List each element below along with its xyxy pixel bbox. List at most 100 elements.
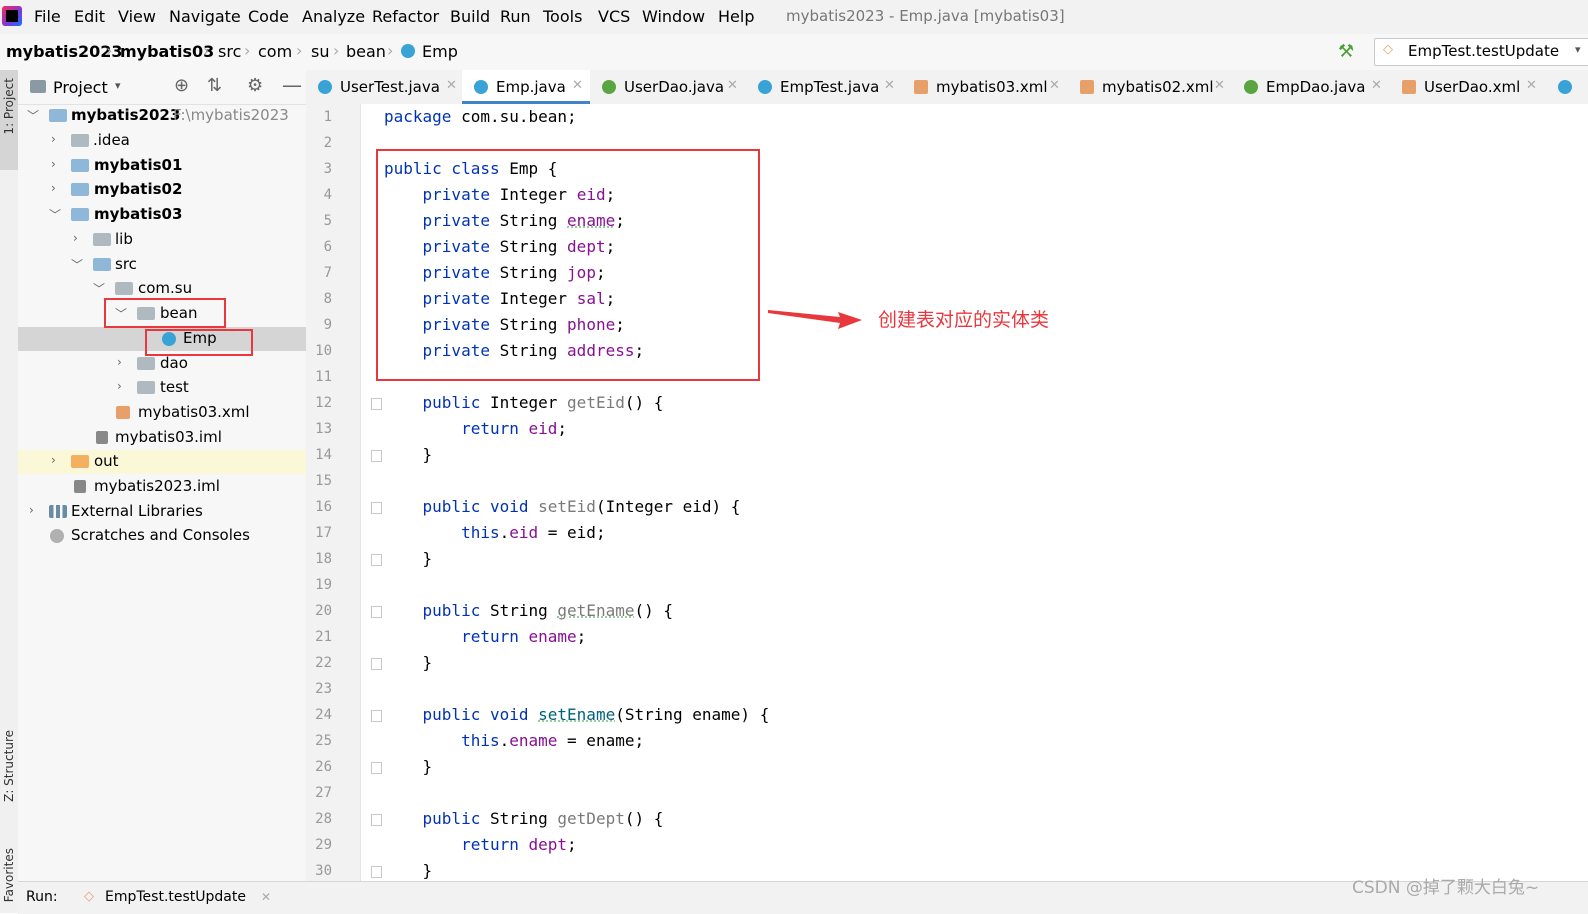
tab-mybatis03-xml[interactable]: mybatis03.xml ✕ xyxy=(902,70,1068,104)
structure-tool-label[interactable]: Z: Structure xyxy=(2,730,16,802)
tree-node-mybatis2023[interactable]: ﹀ mybatis2023 F:\mybatis2023 xyxy=(18,104,306,128)
tab-usertest[interactable]: UserTest.java ✕ xyxy=(306,70,462,104)
menu-run[interactable]: Run xyxy=(500,7,531,26)
tab-overflow[interactable] xyxy=(1546,70,1588,104)
chevron-down-icon[interactable]: ﹀ xyxy=(71,256,83,273)
menu-help[interactable]: Help xyxy=(718,7,754,26)
chevron-right-icon[interactable]: › xyxy=(51,132,56,146)
breadcrumb-src[interactable]: src xyxy=(218,42,241,61)
tree-node-out[interactable]: › out xyxy=(18,450,306,474)
locate-crosshair-icon[interactable]: ⊕ xyxy=(174,75,189,96)
project-tool-button[interactable]: 1: Project xyxy=(0,70,18,170)
menu-edit[interactable]: Edit xyxy=(74,7,105,26)
project-view-selector[interactable]: Project xyxy=(53,78,108,97)
breadcrumb-emp[interactable]: Emp xyxy=(422,42,458,61)
minimize-icon[interactable]: — xyxy=(282,73,302,97)
project-panel-header: Project ▾ ⊕ ⇅ ⚙ — xyxy=(18,70,306,105)
fold-marker-icon[interactable] xyxy=(371,710,382,722)
fold-marker-icon[interactable] xyxy=(371,554,382,566)
close-icon[interactable]: ✕ xyxy=(884,78,895,93)
menu-analyze[interactable]: Analyze xyxy=(302,7,365,26)
fold-marker-icon[interactable] xyxy=(371,398,382,410)
fold-marker-icon[interactable] xyxy=(371,866,382,878)
keyword: public xyxy=(422,809,481,828)
chevron-right-icon[interactable]: › xyxy=(29,503,34,517)
chevron-right-icon[interactable]: › xyxy=(51,181,56,195)
chevron-down-icon[interactable]: ﹀ xyxy=(93,280,105,297)
tree-node-test[interactable]: › test xyxy=(18,376,306,400)
chevron-right-icon[interactable]: › xyxy=(117,379,122,393)
tab-mybatis02-xml[interactable]: mybatis02.xml ✕ xyxy=(1068,70,1232,104)
close-icon[interactable]: ✕ xyxy=(572,78,583,93)
close-icon[interactable]: ✕ xyxy=(1214,78,1225,93)
fold-marker-icon[interactable] xyxy=(371,658,382,670)
run-configuration-select[interactable]: ◇ EmpTest.testUpdate ▾ xyxy=(1374,38,1588,66)
run-tab-label[interactable]: EmpTest.testUpdate xyxy=(105,889,246,905)
menu-tools[interactable]: Tools xyxy=(543,7,582,26)
tab-emptest[interactable]: EmpTest.java ✕ xyxy=(746,70,902,104)
collapse-all-icon[interactable]: ⇅ xyxy=(207,75,222,96)
menu-view[interactable]: View xyxy=(118,7,156,26)
menu-vcs[interactable]: VCS xyxy=(598,7,630,26)
fold-marker-icon[interactable] xyxy=(371,762,382,774)
menu-refactor[interactable]: Refactor xyxy=(372,7,439,26)
menu-file[interactable]: File xyxy=(34,7,61,26)
tree-node-src[interactable]: ﹀ src xyxy=(18,253,306,277)
keyword: public xyxy=(422,705,481,724)
close-icon[interactable]: ✕ xyxy=(261,890,271,904)
menu-navigate[interactable]: Navigate xyxy=(169,7,241,26)
chevron-right-icon[interactable]: › xyxy=(73,231,78,245)
chevron-down-icon[interactable]: ﹀ xyxy=(49,206,61,223)
gear-icon[interactable]: ⚙ xyxy=(247,75,263,96)
line-number: 1 xyxy=(323,109,332,125)
close-icon[interactable]: ✕ xyxy=(1049,78,1060,93)
chevron-right-icon[interactable]: › xyxy=(51,453,56,467)
code-text: () { xyxy=(624,393,664,412)
editor-gutter: 1 2 3 4 5 6 7 8 9 10 11 12 13 14 15 16 17 18 19 20 21 22 23 24 2… xyxy=(306,104,361,881)
scratches-icon xyxy=(50,529,64,543)
tree-node-mybatis03-iml[interactable]: mybatis03.iml xyxy=(18,426,306,450)
breadcrumb-com[interactable]: com xyxy=(258,42,292,61)
chevron-down-icon[interactable]: ﹀ xyxy=(27,107,39,124)
tree-node-external-libraries[interactable]: › External Libraries xyxy=(18,500,306,524)
tree-label: mybatis03.xml xyxy=(138,403,250,421)
close-icon[interactable]: ✕ xyxy=(1526,78,1537,93)
tree-label: mybatis03.iml xyxy=(115,428,222,446)
chevron-right-icon[interactable]: › xyxy=(51,157,56,171)
close-icon[interactable]: ✕ xyxy=(446,78,457,93)
tab-userdao-xml[interactable]: UserDao.xml ✕ xyxy=(1390,70,1546,104)
tree-node-mybatis03[interactable]: ﹀ mybatis03 xyxy=(18,203,306,227)
chevron-right-icon[interactable]: › xyxy=(117,355,122,369)
tree-node-mybatis02[interactable]: › mybatis02 xyxy=(18,178,306,202)
package-icon xyxy=(115,282,133,295)
tree-node-idea[interactable]: › .idea xyxy=(18,129,306,153)
close-icon[interactable]: ✕ xyxy=(1371,78,1382,93)
breadcrumb-module[interactable]: mybatis03 xyxy=(120,42,214,61)
code-line-21: return ename; xyxy=(384,627,586,646)
tab-empdao[interactable]: EmpDao.java ✕ xyxy=(1232,70,1390,104)
code-text: } xyxy=(422,549,433,568)
tab-userdao[interactable]: UserDao.java ✕ xyxy=(590,70,746,104)
tree-node-mybatis03-xml[interactable]: mybatis03.xml xyxy=(18,401,306,425)
line-number: 30 xyxy=(315,863,332,879)
chevron-down-icon[interactable]: ▾ xyxy=(115,79,121,92)
module-folder-icon xyxy=(49,109,67,122)
tab-emp-active[interactable]: Emp.java ✕ xyxy=(462,70,590,104)
menu-window[interactable]: Window xyxy=(642,7,705,26)
build-hammer-icon[interactable]: ⚒ xyxy=(1338,41,1354,62)
tree-node-scratches[interactable]: Scratches and Consoles xyxy=(18,524,306,548)
tree-node-mybatis2023-iml[interactable]: mybatis2023.iml xyxy=(18,475,306,499)
fold-marker-icon[interactable] xyxy=(371,450,382,462)
fold-marker-icon[interactable] xyxy=(371,606,382,618)
breadcrumb-su[interactable]: su xyxy=(311,42,329,61)
menu-build[interactable]: Build xyxy=(450,7,490,26)
menu-code[interactable]: Code xyxy=(248,7,289,26)
breadcrumb-bean[interactable]: bean xyxy=(346,42,386,61)
fold-marker-icon[interactable] xyxy=(371,814,382,826)
tree-node-mybatis01[interactable]: › mybatis01 xyxy=(18,154,306,178)
fold-marker-icon[interactable] xyxy=(371,502,382,514)
close-icon[interactable]: ✕ xyxy=(727,78,738,93)
tree-label: mybatis2023 xyxy=(71,106,181,124)
tree-node-lib[interactable]: › lib xyxy=(18,228,306,252)
favorites-tool-label[interactable]: Favorites xyxy=(2,848,16,902)
